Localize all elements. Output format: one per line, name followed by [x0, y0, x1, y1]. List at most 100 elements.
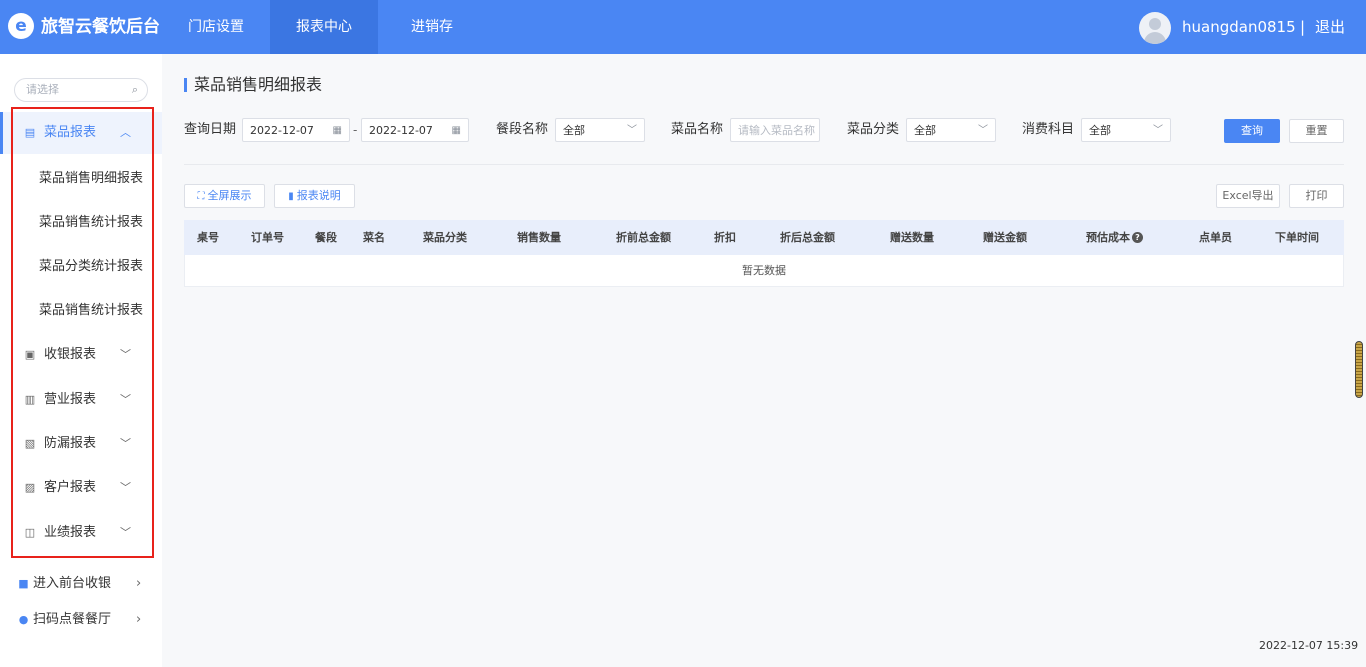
- cashier-icon: ■: [18, 577, 29, 590]
- chevron-right-icon: ›: [136, 612, 142, 627]
- calendar-icon: ▦: [451, 125, 461, 136]
- chevron-down-icon: ﹀: [627, 125, 637, 136]
- meal-label: 餐段名称: [496, 122, 549, 137]
- location-icon: ●: [18, 613, 29, 626]
- header-separator: |: [1300, 18, 1306, 36]
- dish-name-input[interactable]: 请输入菜品名称: [730, 118, 820, 142]
- sidebar-link-label: 扫码点餐餐厅: [33, 612, 112, 627]
- sidebar-subitem-dish-sales-stats[interactable]: 菜品销售统计报表: [0, 203, 162, 243]
- column-header: 菜品分类: [423, 231, 467, 244]
- dish-name-placeholder: 请输入菜品名称: [738, 124, 815, 137]
- sidebar-group-label: 营业报表: [44, 392, 97, 407]
- sidebar-search-input[interactable]: 请选择 ⌕: [14, 78, 148, 102]
- logout-link[interactable]: 退出: [1315, 17, 1345, 37]
- column-header: 折扣: [714, 231, 736, 244]
- nav-tab-store-settings[interactable]: 门店设置: [162, 0, 270, 54]
- chevron-right-icon: ›: [136, 576, 142, 591]
- chevron-down-icon: ﹀: [1153, 125, 1163, 136]
- calendar-icon: ▦: [332, 125, 342, 136]
- fullscreen-button[interactable]: ⛶ 全屏展示: [184, 184, 265, 208]
- sidebar-group-label: 收银报表: [44, 347, 97, 362]
- app-logo-icon: e: [8, 13, 34, 39]
- report-explain-button[interactable]: ▮ 报表说明: [274, 184, 355, 208]
- sidebar-group-customer-report[interactable]: ▨ 客户报表 ﹀: [0, 467, 162, 509]
- chevron-down-icon: ﹀: [120, 348, 131, 361]
- date-separator: -: [353, 123, 358, 137]
- excel-export-button[interactable]: Excel导出: [1216, 184, 1280, 208]
- clock-text: 2022-12-07 15:39: [1259, 639, 1359, 652]
- sidebar-link-label: 进入前台收银: [33, 576, 112, 591]
- search-icon: ⌕: [131, 83, 138, 96]
- page-title-accent: [184, 78, 187, 92]
- dish-label: 菜品名称: [671, 122, 724, 137]
- print-button[interactable]: 打印: [1289, 184, 1344, 208]
- business-report-icon: ▥: [24, 393, 36, 406]
- dish-report-icon: ▤: [24, 126, 36, 139]
- sidebar-group-business-report[interactable]: ▥ 营业报表 ﹀: [0, 379, 162, 421]
- subject-select-value: 全部: [1089, 124, 1111, 137]
- nav-tab-inventory[interactable]: 进销存: [378, 0, 486, 54]
- date-end-value: 2022-12-07: [369, 124, 433, 137]
- report-explain-label: 报表说明: [296, 189, 341, 202]
- sidebar-subitem-label: 菜品销售统计报表: [39, 215, 144, 230]
- chevron-down-icon: ﹀: [978, 125, 988, 136]
- meal-select[interactable]: 全部 ﹀: [555, 118, 645, 142]
- user-avatar-icon[interactable]: [1139, 12, 1171, 44]
- column-header: 菜名: [363, 231, 385, 244]
- sidebar-group-label: 防漏报表: [44, 436, 97, 451]
- category-select[interactable]: 全部 ﹀: [906, 118, 996, 142]
- sidebar-subitem-label: 菜品分类统计报表: [39, 259, 144, 274]
- column-header: 折后总金额: [780, 231, 835, 244]
- chevron-down-icon: ﹀: [120, 393, 131, 406]
- sidebar-link-front-cashier[interactable]: ■ 进入前台收银 ›: [0, 569, 162, 599]
- reset-button[interactable]: 重置: [1289, 119, 1344, 143]
- subject-select[interactable]: 全部 ﹀: [1081, 118, 1171, 142]
- sidebar-group-label: 客户报表: [44, 480, 97, 495]
- empty-state-text: 暂无数据: [742, 264, 786, 277]
- sidebar-subitem-dish-category-stats[interactable]: 菜品分类统计报表: [0, 247, 162, 287]
- date-end-input[interactable]: 2022-12-07 ▦: [361, 118, 469, 142]
- filter-divider: [184, 164, 1344, 165]
- chevron-up-icon: ︿: [120, 126, 131, 139]
- sidebar-group-dish-report[interactable]: ▤ 菜品报表 ︿: [0, 112, 162, 154]
- sidebar-subitem-dish-sales-stats-2[interactable]: 菜品销售统计报表: [0, 291, 162, 331]
- sidebar-link-scan-order[interactable]: ● 扫码点餐餐厅 ›: [0, 605, 162, 635]
- nav-tab-report-center[interactable]: 报表中心: [270, 0, 378, 54]
- help-icon[interactable]: ?: [1132, 232, 1143, 243]
- sidebar-subitem-label: 菜品销售统计报表: [39, 303, 144, 318]
- column-header: 下单时间: [1275, 231, 1319, 244]
- category-label: 菜品分类: [847, 122, 900, 137]
- subject-label: 消费科目: [1022, 122, 1075, 137]
- app-title: 旅智云餐饮后台: [41, 17, 160, 37]
- column-header-estimated-cost: 预估成本?: [1086, 230, 1143, 245]
- query-button[interactable]: 查询: [1224, 119, 1280, 143]
- sidebar-subitem-label: 菜品销售明细报表: [39, 171, 144, 186]
- leak-report-icon: ▧: [24, 437, 36, 450]
- column-header: 桌号: [197, 231, 219, 244]
- date-label: 查询日期: [184, 122, 237, 137]
- chevron-down-icon: ﹀: [120, 481, 131, 494]
- chevron-down-icon: ﹀: [120, 437, 131, 450]
- scrollbar-thumb[interactable]: [1355, 341, 1363, 398]
- sidebar-group-performance-report[interactable]: ◫ 业绩报表 ﹀: [0, 512, 162, 554]
- column-header: 餐段: [315, 231, 337, 244]
- column-header: 点单员: [1199, 231, 1232, 244]
- table-header: 桌号 订单号 餐段 菜名 菜品分类 销售数量 折前总金额 折扣 折后总金额 赠送…: [184, 220, 1344, 255]
- sidebar-group-leak-report[interactable]: ▧ 防漏报表 ﹀: [0, 423, 162, 465]
- username[interactable]: huangdan0815: [1182, 17, 1296, 37]
- sidebar: 请选择 ⌕ ▤ 菜品报表 ︿ 菜品销售明细报表 菜品销售统计报表 菜品分类统计报…: [0, 54, 162, 667]
- page-title: 菜品销售明细报表: [194, 75, 323, 94]
- meal-select-value: 全部: [563, 124, 585, 137]
- sidebar-group-cashier-report[interactable]: ▣ 收银报表 ﹀: [0, 334, 162, 376]
- date-start-input[interactable]: 2022-12-07 ▦: [242, 118, 350, 142]
- performance-report-icon: ◫: [24, 526, 36, 539]
- column-header: 折前总金额: [616, 231, 671, 244]
- date-start-value: 2022-12-07: [250, 124, 314, 137]
- column-header: 预估成本: [1086, 231, 1130, 244]
- table-body: 暂无数据: [184, 255, 1344, 287]
- top-bar: e 旅智云餐饮后台 门店设置 报表中心 进销存 huangdan0815 | 退…: [0, 0, 1366, 54]
- bar-chart-icon: ▮: [288, 191, 294, 202]
- cashier-report-icon: ▣: [24, 348, 36, 361]
- column-header: 销售数量: [517, 231, 561, 244]
- sidebar-subitem-dish-sales-detail[interactable]: 菜品销售明细报表: [0, 159, 162, 199]
